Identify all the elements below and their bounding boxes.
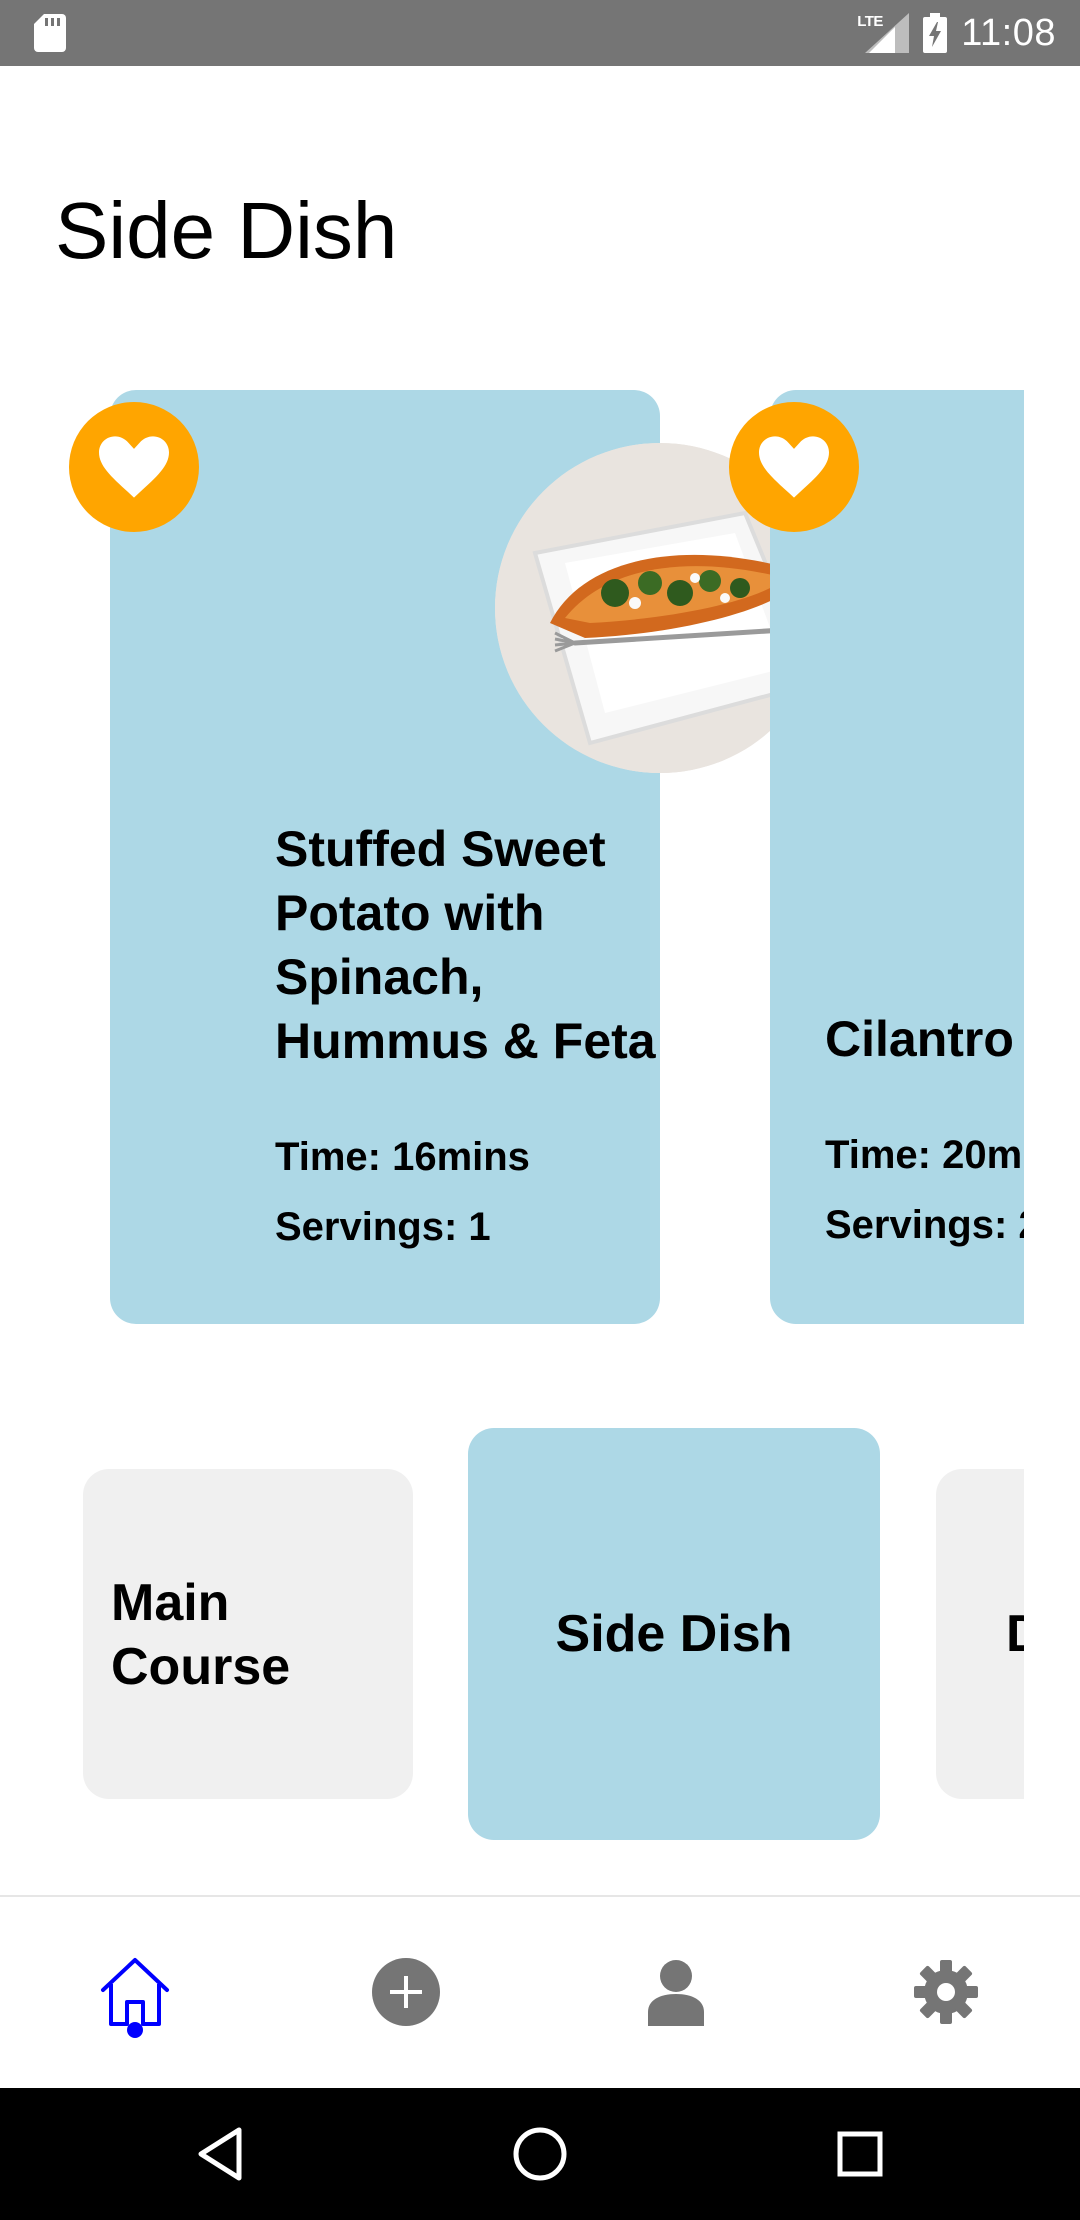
recipe-servings: Servings: 2 <box>825 1203 1024 1247</box>
bottom-navigation <box>0 1895 1080 2088</box>
favorite-button[interactable] <box>69 402 199 532</box>
recipe-carousel[interactable]: Stuffed Sweet Potato with Spinach, Hummu… <box>0 388 1024 1328</box>
sd-card-icon <box>34 14 66 52</box>
category-label: Side Dish <box>555 1605 793 1663</box>
system-back-button[interactable] <box>191 2124 251 2184</box>
heart-icon <box>759 436 829 498</box>
favorite-button[interactable] <box>729 402 859 532</box>
recipe-servings: Servings: 1 <box>275 1205 491 1249</box>
add-circle-icon <box>372 1958 440 2026</box>
nav-settings[interactable] <box>876 1897 1016 2087</box>
battery-charging-icon <box>923 13 948 53</box>
category-next[interactable]: D <box>936 1469 1024 1799</box>
category-label: Main Course <box>111 1574 291 1696</box>
recipe-title: Stuffed Sweet Potato with Spinach, Hummu… <box>275 821 656 1069</box>
category-carousel[interactable]: Main Course Side Dish D <box>0 1420 1024 1850</box>
status-bar: LTE 11:08 <box>0 0 1080 66</box>
home-icon <box>101 1958 169 2026</box>
recipe-title: Cilantro <box>825 1011 1014 1067</box>
recipe-time: Time: 16mins <box>275 1135 530 1179</box>
category-label: D <box>1006 1602 1024 1666</box>
system-recents-button[interactable] <box>830 2124 890 2184</box>
page-title: Side Dish <box>55 186 398 275</box>
recipe-card[interactable]: Stuffed Sweet Potato with Spinach, Hummu… <box>110 390 825 1324</box>
nav-add[interactable] <box>336 1897 476 2087</box>
category-main-course[interactable]: Main Course <box>83 1469 413 1799</box>
status-icons: LTE 11:08 <box>857 0 1056 66</box>
signal-icon <box>865 13 910 53</box>
nav-profile[interactable] <box>606 1897 746 2087</box>
recipe-time: Time: 20m <box>825 1133 1023 1177</box>
nav-home[interactable] <box>65 1897 205 2087</box>
category-side-dish[interactable]: Side Dish <box>468 1428 880 1840</box>
person-icon <box>648 1960 704 2026</box>
heart-icon <box>99 436 169 498</box>
active-indicator <box>127 2022 143 2038</box>
recents-square-icon <box>837 2131 883 2177</box>
network-indicator: LTE <box>857 13 910 53</box>
system-home-button[interactable] <box>510 2124 570 2184</box>
gear-icon <box>914 1960 978 2024</box>
system-navigation-bar <box>0 2088 1080 2220</box>
back-triangle-icon <box>198 2127 242 2181</box>
home-circle-icon <box>513 2127 567 2181</box>
app-screen: LTE 11:08 Side Dish Stuffed Sweet Potato… <box>0 0 1080 2220</box>
clock: 11:08 <box>961 11 1056 54</box>
